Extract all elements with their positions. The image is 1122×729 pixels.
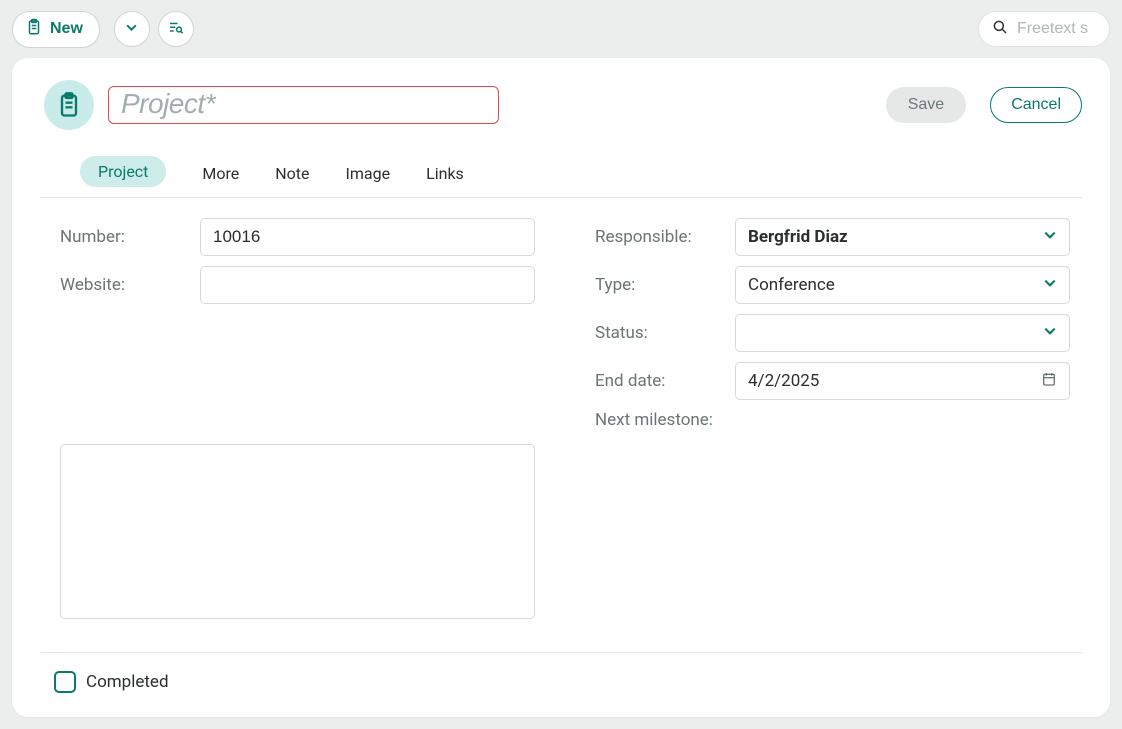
tab-project[interactable]: Project xyxy=(80,156,166,187)
calendar-icon xyxy=(1041,371,1057,392)
cancel-button[interactable]: Cancel xyxy=(990,87,1082,123)
project-title-input[interactable] xyxy=(108,86,499,124)
search-icon xyxy=(991,18,1009,40)
completed-checkbox[interactable] xyxy=(54,671,76,693)
save-button[interactable]: Save xyxy=(886,87,966,123)
new-dropdown-button[interactable] xyxy=(114,11,150,47)
type-label: Type: xyxy=(595,275,725,295)
website-input[interactable] xyxy=(200,266,535,304)
chevron-down-icon xyxy=(1043,323,1057,343)
enddate-input[interactable]: 4/2/2025 xyxy=(735,362,1070,400)
responsible-value: Bergfrid Diaz xyxy=(748,227,848,247)
chevron-down-icon xyxy=(1043,227,1057,247)
responsible-label: Responsible: xyxy=(595,227,725,247)
find-button[interactable] xyxy=(158,11,194,47)
website-label: Website: xyxy=(60,275,190,295)
tab-more[interactable]: More xyxy=(202,156,239,197)
nextmilestone-label: Next milestone: xyxy=(595,410,713,430)
clipboard-icon xyxy=(25,18,43,41)
completed-label: Completed xyxy=(86,672,169,692)
number-input[interactable] xyxy=(200,218,535,256)
chevron-down-icon xyxy=(125,21,138,37)
enddate-label: End date: xyxy=(595,371,725,391)
new-button-label: New xyxy=(50,20,83,38)
tab-note[interactable]: Note xyxy=(275,156,309,197)
freetext-search[interactable] xyxy=(978,11,1110,47)
project-card: Save Cancel Project More Note Image Link… xyxy=(12,58,1110,717)
new-button[interactable]: New xyxy=(12,11,100,48)
freetext-search-input[interactable] xyxy=(1017,20,1097,38)
type-select[interactable]: Conference xyxy=(735,266,1070,304)
tab-links[interactable]: Links xyxy=(426,156,464,197)
list-search-icon xyxy=(167,19,185,40)
enddate-value: 4/2/2025 xyxy=(748,371,819,391)
type-value: Conference xyxy=(748,275,835,295)
status-label: Status: xyxy=(595,323,725,343)
chevron-down-icon xyxy=(1043,275,1057,295)
tab-image[interactable]: Image xyxy=(346,156,391,197)
responsible-select[interactable]: Bergfrid Diaz xyxy=(735,218,1070,256)
description-textarea[interactable] xyxy=(60,444,535,619)
project-icon xyxy=(44,80,94,130)
number-label: Number: xyxy=(60,227,190,247)
tabs: Project More Note Image Links xyxy=(40,140,1082,198)
status-select[interactable] xyxy=(735,314,1070,352)
